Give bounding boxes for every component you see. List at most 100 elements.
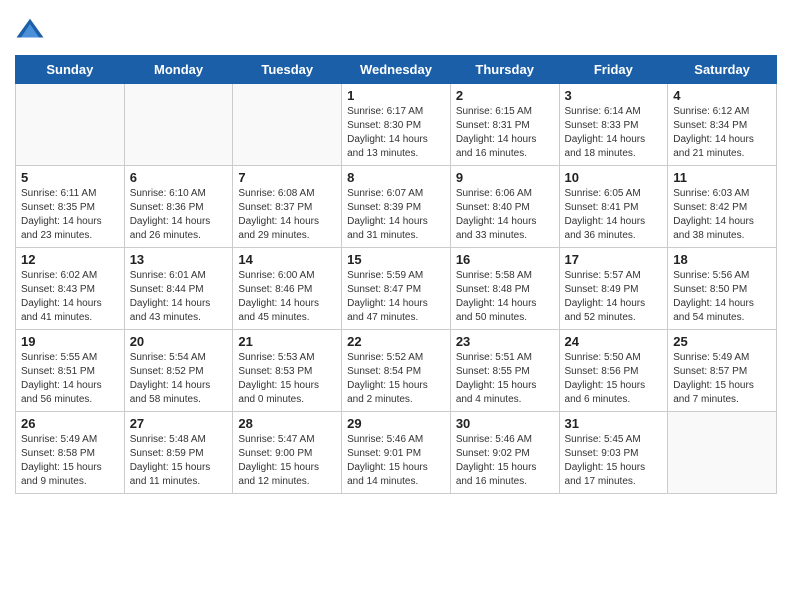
calendar-day-cell: 24 Sunrise: 5:50 AM Sunset: 8:56 PM Dayli… [559, 330, 668, 412]
day-number: 25 [673, 334, 771, 349]
day-number: 9 [456, 170, 554, 185]
calendar-day-cell [668, 412, 777, 494]
day-info: Sunrise: 6:02 AM Sunset: 8:43 PM Dayligh… [21, 269, 119, 325]
day-info: Sunrise: 6:12 AM Sunset: 8:34 PM Dayligh… [673, 105, 771, 161]
calendar-day-cell: 21 Sunrise: 5:53 AM Sunset: 8:53 PM Dayli… [233, 330, 342, 412]
day-info: Sunrise: 6:07 AM Sunset: 8:39 PM Dayligh… [347, 187, 445, 243]
calendar-day-cell: 19 Sunrise: 5:55 AM Sunset: 8:51 PM Dayli… [16, 330, 125, 412]
calendar-day-cell: 12 Sunrise: 6:02 AM Sunset: 8:43 PM Dayli… [16, 248, 125, 330]
day-number: 20 [130, 334, 228, 349]
day-number: 5 [21, 170, 119, 185]
calendar-day-cell [16, 84, 125, 166]
day-number: 30 [456, 416, 554, 431]
calendar-day-cell: 18 Sunrise: 5:56 AM Sunset: 8:50 PM Dayli… [668, 248, 777, 330]
day-of-week-header: Monday [124, 56, 233, 84]
day-number: 4 [673, 88, 771, 103]
day-info: Sunrise: 5:50 AM Sunset: 8:56 PM Dayligh… [565, 351, 663, 407]
day-info: Sunrise: 5:59 AM Sunset: 8:47 PM Dayligh… [347, 269, 445, 325]
day-of-week-header: Thursday [450, 56, 559, 84]
day-info: Sunrise: 5:58 AM Sunset: 8:48 PM Dayligh… [456, 269, 554, 325]
day-info: Sunrise: 5:53 AM Sunset: 8:53 PM Dayligh… [238, 351, 336, 407]
day-info: Sunrise: 5:51 AM Sunset: 8:55 PM Dayligh… [456, 351, 554, 407]
day-info: Sunrise: 5:45 AM Sunset: 9:03 PM Dayligh… [565, 433, 663, 489]
calendar-day-cell [233, 84, 342, 166]
day-number: 21 [238, 334, 336, 349]
calendar-header-row: SundayMondayTuesdayWednesdayThursdayFrid… [16, 56, 777, 84]
calendar-day-cell: 27Sunrise: 5:48 AM Sunset: 8:59 PM Dayli… [124, 412, 233, 494]
calendar-day-cell: 20 Sunrise: 5:54 AM Sunset: 8:52 PM Dayli… [124, 330, 233, 412]
day-info: Sunrise: 5:47 AM Sunset: 9:00 PM Dayligh… [238, 433, 336, 489]
calendar-week-row: 5Sunrise: 6:11 AM Sunset: 8:35 PM Daylig… [16, 166, 777, 248]
day-info: Sunrise: 6:10 AM Sunset: 8:36 PM Dayligh… [130, 187, 228, 243]
day-info: Sunrise: 5:48 AM Sunset: 8:59 PM Dayligh… [130, 433, 228, 489]
calendar-day-cell: 25 Sunrise: 5:49 AM Sunset: 8:57 PM Dayli… [668, 330, 777, 412]
day-number: 19 [21, 334, 119, 349]
calendar-week-row: 1 Sunrise: 6:17 AM Sunset: 8:30 PM Daylig… [16, 84, 777, 166]
day-number: 1 [347, 88, 445, 103]
day-info: Sunrise: 5:46 AM Sunset: 9:02 PM Dayligh… [456, 433, 554, 489]
day-number: 16 [456, 252, 554, 267]
calendar-day-cell: 28Sunrise: 5:47 AM Sunset: 9:00 PM Dayli… [233, 412, 342, 494]
calendar-day-cell: 11 Sunrise: 6:03 AM Sunset: 8:42 PM Dayli… [668, 166, 777, 248]
day-number: 7 [238, 170, 336, 185]
calendar-day-cell: 29 Sunrise: 5:46 AM Sunset: 9:01 PM Dayli… [342, 412, 451, 494]
day-number: 6 [130, 170, 228, 185]
day-info: Sunrise: 6:17 AM Sunset: 8:30 PM Dayligh… [347, 105, 445, 161]
day-info: Sunrise: 5:54 AM Sunset: 8:52 PM Dayligh… [130, 351, 228, 407]
day-info: Sunrise: 6:06 AM Sunset: 8:40 PM Dayligh… [456, 187, 554, 243]
day-of-week-header: Sunday [16, 56, 125, 84]
day-number: 14 [238, 252, 336, 267]
day-number: 10 [565, 170, 663, 185]
calendar-day-cell: 2 Sunrise: 6:15 AM Sunset: 8:31 PM Daylig… [450, 84, 559, 166]
page-header [15, 15, 777, 45]
day-of-week-header: Tuesday [233, 56, 342, 84]
day-info: Sunrise: 5:56 AM Sunset: 8:50 PM Dayligh… [673, 269, 771, 325]
calendar-day-cell: 13Sunrise: 6:01 AM Sunset: 8:44 PM Dayli… [124, 248, 233, 330]
calendar-day-cell: 9 Sunrise: 6:06 AM Sunset: 8:40 PM Daylig… [450, 166, 559, 248]
day-info: Sunrise: 5:49 AM Sunset: 8:57 PM Dayligh… [673, 351, 771, 407]
logo-icon [15, 15, 45, 45]
calendar-day-cell: 30 Sunrise: 5:46 AM Sunset: 9:02 PM Dayli… [450, 412, 559, 494]
day-number: 2 [456, 88, 554, 103]
day-info: Sunrise: 5:46 AM Sunset: 9:01 PM Dayligh… [347, 433, 445, 489]
calendar-day-cell: 14 Sunrise: 6:00 AM Sunset: 8:46 PM Dayli… [233, 248, 342, 330]
day-number: 31 [565, 416, 663, 431]
day-of-week-header: Friday [559, 56, 668, 84]
calendar-day-cell: 16 Sunrise: 5:58 AM Sunset: 8:48 PM Dayli… [450, 248, 559, 330]
calendar-week-row: 19 Sunrise: 5:55 AM Sunset: 8:51 PM Dayli… [16, 330, 777, 412]
day-info: Sunrise: 6:15 AM Sunset: 8:31 PM Dayligh… [456, 105, 554, 161]
logo [15, 15, 49, 45]
calendar-day-cell: 7 Sunrise: 6:08 AM Sunset: 8:37 PM Daylig… [233, 166, 342, 248]
day-info: Sunrise: 6:14 AM Sunset: 8:33 PM Dayligh… [565, 105, 663, 161]
calendar-week-row: 26 Sunrise: 5:49 AM Sunset: 8:58 PM Dayli… [16, 412, 777, 494]
day-number: 3 [565, 88, 663, 103]
calendar-day-cell: 17Sunrise: 5:57 AM Sunset: 8:49 PM Dayli… [559, 248, 668, 330]
day-number: 29 [347, 416, 445, 431]
day-number: 24 [565, 334, 663, 349]
calendar-day-cell: 4 Sunrise: 6:12 AM Sunset: 8:34 PM Daylig… [668, 84, 777, 166]
day-info: Sunrise: 6:05 AM Sunset: 8:41 PM Dayligh… [565, 187, 663, 243]
day-number: 15 [347, 252, 445, 267]
day-number: 26 [21, 416, 119, 431]
calendar-day-cell: 6 Sunrise: 6:10 AM Sunset: 8:36 PM Daylig… [124, 166, 233, 248]
calendar-day-cell [124, 84, 233, 166]
day-number: 12 [21, 252, 119, 267]
day-info: Sunrise: 6:08 AM Sunset: 8:37 PM Dayligh… [238, 187, 336, 243]
calendar-day-cell: 10 Sunrise: 6:05 AM Sunset: 8:41 PM Dayli… [559, 166, 668, 248]
day-number: 18 [673, 252, 771, 267]
day-number: 11 [673, 170, 771, 185]
day-info: Sunrise: 6:00 AM Sunset: 8:46 PM Dayligh… [238, 269, 336, 325]
calendar-day-cell: 3 Sunrise: 6:14 AM Sunset: 8:33 PM Daylig… [559, 84, 668, 166]
day-info: Sunrise: 6:03 AM Sunset: 8:42 PM Dayligh… [673, 187, 771, 243]
day-of-week-header: Saturday [668, 56, 777, 84]
day-number: 8 [347, 170, 445, 185]
day-info: Sunrise: 5:49 AM Sunset: 8:58 PM Dayligh… [21, 433, 119, 489]
day-of-week-header: Wednesday [342, 56, 451, 84]
day-number: 23 [456, 334, 554, 349]
day-info: Sunrise: 5:55 AM Sunset: 8:51 PM Dayligh… [21, 351, 119, 407]
calendar-day-cell: 1 Sunrise: 6:17 AM Sunset: 8:30 PM Daylig… [342, 84, 451, 166]
calendar-day-cell: 15 Sunrise: 5:59 AM Sunset: 8:47 PM Dayli… [342, 248, 451, 330]
day-info: Sunrise: 5:52 AM Sunset: 8:54 PM Dayligh… [347, 351, 445, 407]
day-number: 22 [347, 334, 445, 349]
calendar-day-cell: 23 Sunrise: 5:51 AM Sunset: 8:55 PM Dayli… [450, 330, 559, 412]
